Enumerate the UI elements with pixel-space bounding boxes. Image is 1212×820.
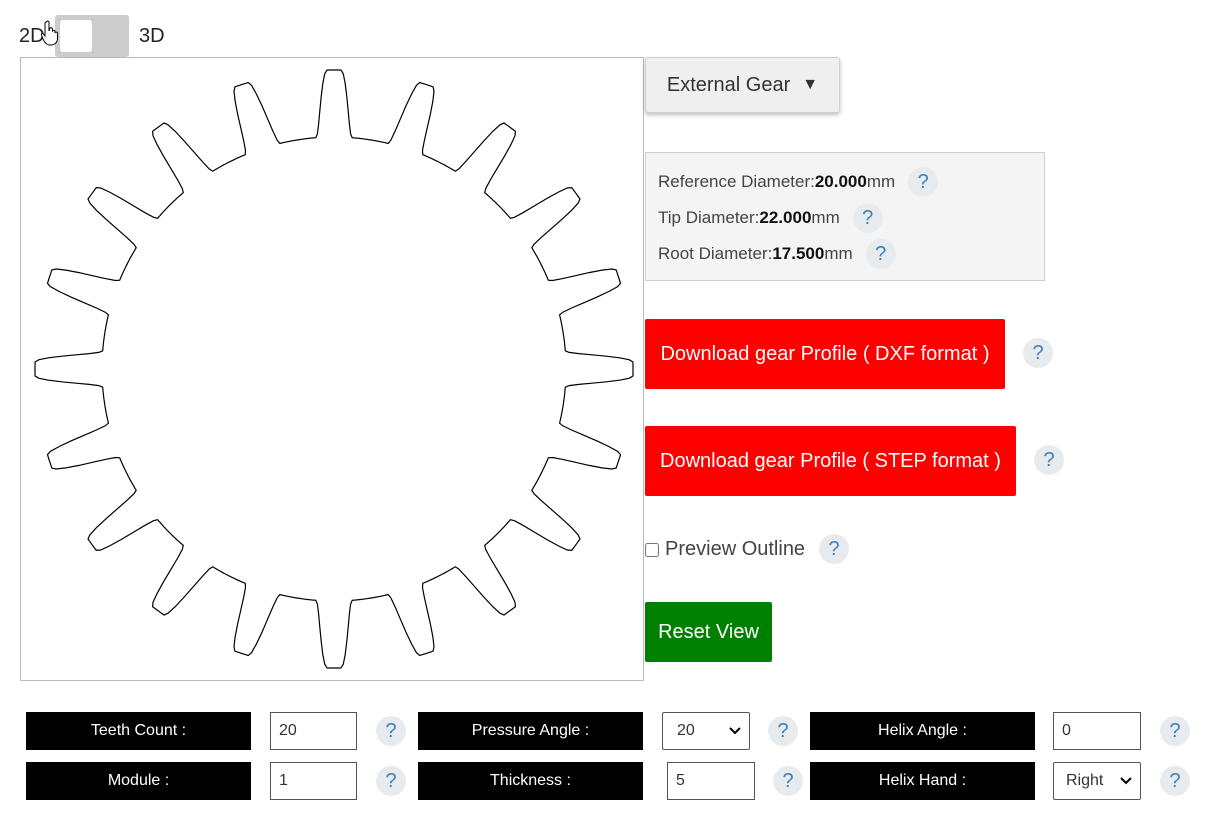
diameter-info-panel: Reference Diameter: 20.000 mm ? Tip Diamet…	[645, 152, 1045, 281]
teeth-count-input[interactable]: 20	[270, 712, 357, 750]
preview-outline-label: Preview Outline	[665, 538, 806, 560]
help-icon[interactable]: ?	[1160, 716, 1190, 746]
gear-preview-canvas[interactable]	[20, 57, 644, 681]
root-diameter-label: Root Diameter:	[658, 244, 773, 263]
thickness-input[interactable]: 5	[667, 762, 755, 800]
tip-diameter-row: Tip Diameter: 22.000 mm ?	[658, 203, 883, 233]
reference-diameter-label: Reference Diameter:	[658, 172, 815, 191]
gear-type-dropdown[interactable]: External Gear ▼	[645, 57, 840, 113]
module-input[interactable]: 1	[270, 762, 357, 800]
reset-view-button[interactable]: Reset View	[645, 602, 772, 662]
help-icon[interactable]: ?	[819, 534, 849, 564]
help-icon[interactable]: ?	[376, 766, 406, 796]
helix-angle-input[interactable]: 0	[1053, 712, 1141, 750]
help-icon[interactable]: ?	[908, 167, 939, 197]
chevron-down-icon	[729, 727, 741, 735]
thickness-label: Thickness :	[418, 762, 643, 800]
preview-outline-checkbox[interactable]	[645, 542, 659, 557]
pressure-angle-select[interactable]: 20	[662, 712, 750, 750]
caret-down-icon: ▼	[802, 76, 819, 93]
gear-type-label: External Gear	[666, 73, 791, 96]
helix-angle-label: Helix Angle :	[810, 712, 1035, 750]
help-icon[interactable]: ?	[865, 239, 896, 269]
tip-diameter-unit: mm	[811, 208, 840, 227]
hand-cursor-icon	[40, 20, 58, 46]
help-icon[interactable]: ?	[1160, 766, 1190, 796]
help-icon[interactable]: ?	[1023, 338, 1053, 368]
tip-diameter-value: 22.000	[759, 208, 812, 227]
toggle-knob[interactable]	[60, 20, 92, 52]
help-icon[interactable]: ?	[376, 716, 406, 746]
help-icon[interactable]: ?	[768, 716, 798, 746]
reference-diameter-row: Reference Diameter: 20.000 mm ?	[658, 167, 939, 197]
helix-hand-value: Right	[1066, 772, 1104, 789]
help-icon[interactable]: ?	[773, 766, 803, 796]
reference-diameter-value: 20.000	[814, 172, 867, 191]
gear-profile-outline	[34, 69, 634, 669]
preview-outline-row: Preview Outline	[645, 538, 805, 561]
mode-3d-label: 3D	[139, 25, 165, 47]
root-diameter-row: Root Diameter: 17.500 mm ?	[658, 239, 896, 269]
teeth-count-label: Teeth Count :	[26, 712, 251, 750]
tip-diameter-label: Tip Diameter:	[658, 208, 760, 227]
helix-hand-select[interactable]: Right	[1053, 762, 1141, 800]
helix-hand-label: Helix Hand :	[810, 762, 1035, 800]
mode-toggle-switch[interactable]	[55, 15, 129, 57]
root-diameter-unit: mm	[824, 244, 853, 263]
gear-outline-path	[34, 69, 634, 669]
reference-diameter-unit: mm	[866, 172, 896, 191]
root-diameter-value: 17.500	[772, 244, 825, 263]
pressure-angle-value: 20	[677, 722, 695, 739]
help-icon[interactable]: ?	[852, 203, 883, 233]
pressure-angle-label: Pressure Angle :	[418, 712, 643, 750]
help-icon[interactable]: ?	[1034, 445, 1064, 475]
chevron-down-icon	[1120, 777, 1132, 785]
download-step-button[interactable]: Download gear Profile ( STEP format )	[645, 426, 1016, 496]
module-label: Module :	[26, 762, 251, 800]
download-dxf-button[interactable]: Download gear Profile ( DXF format )	[645, 319, 1005, 389]
